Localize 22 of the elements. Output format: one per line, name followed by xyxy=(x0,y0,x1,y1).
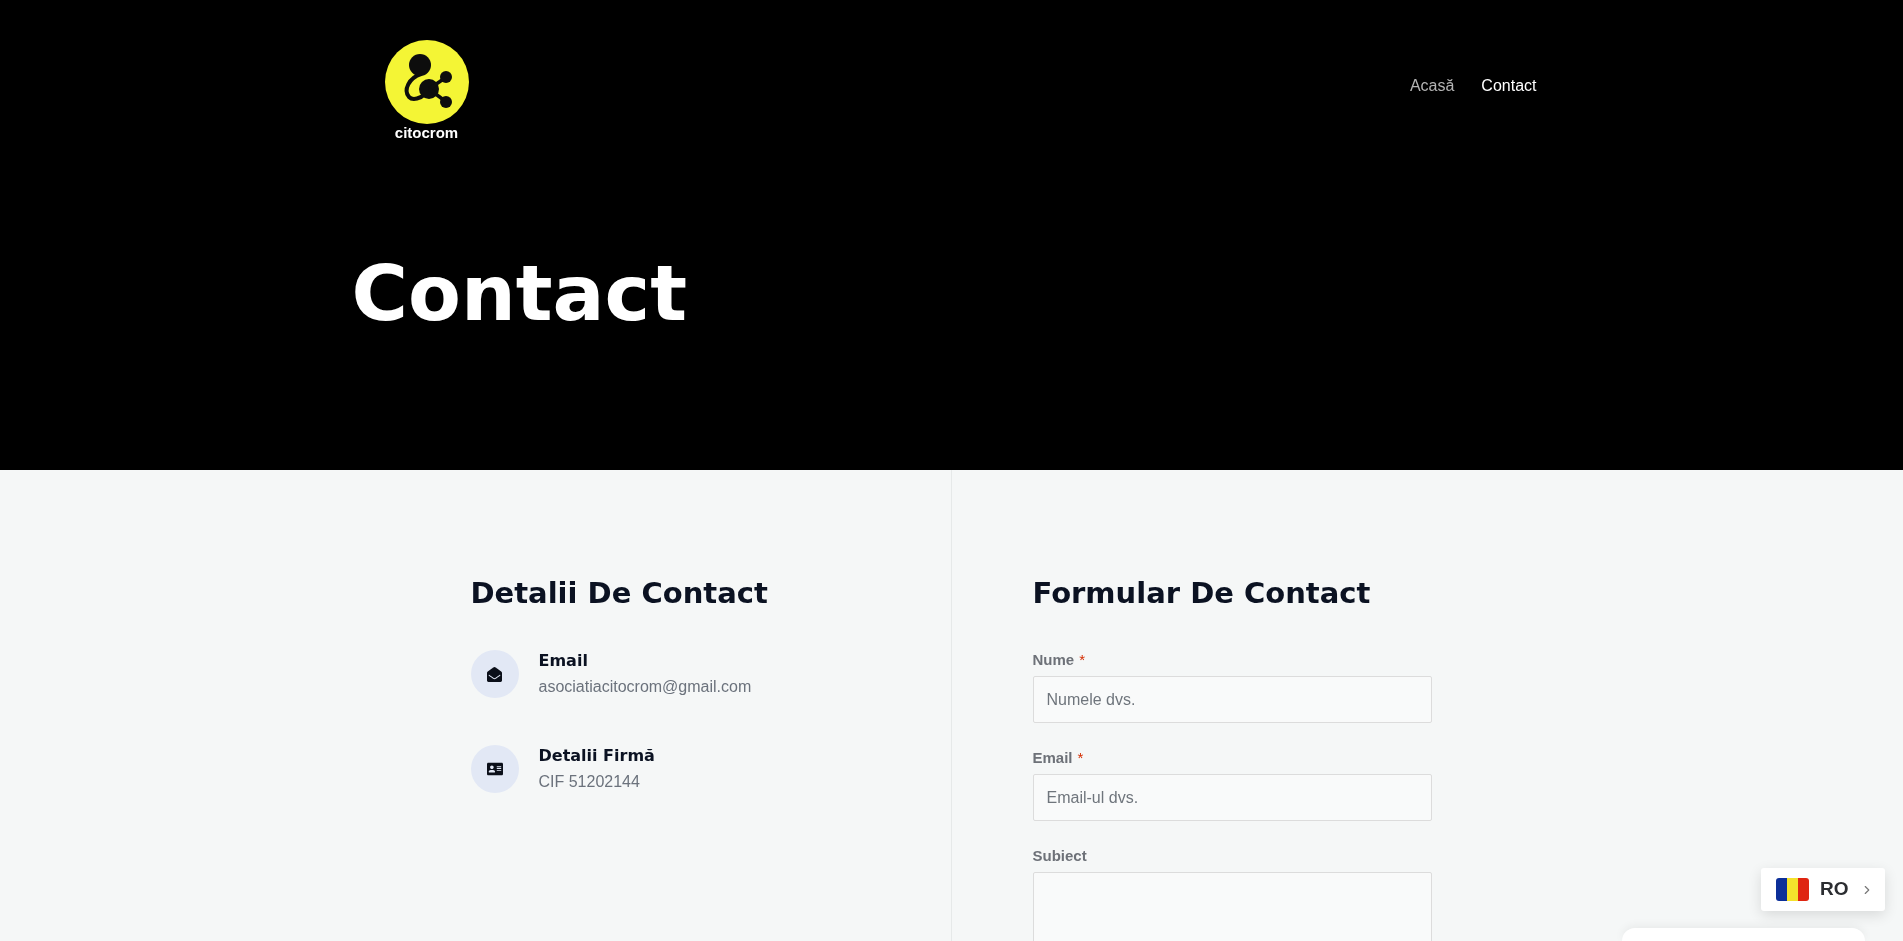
id-card-icon xyxy=(470,745,519,793)
flag-icon xyxy=(1776,878,1809,901)
field-label: Nume xyxy=(1032,651,1075,668)
section-heading: Detalii De Contact xyxy=(470,575,769,612)
detail-value: asociatiacitocrom@gmail.com xyxy=(538,677,752,697)
page-title: Contact xyxy=(351,255,687,332)
section-heading: Formular De Contact xyxy=(1032,575,1372,612)
detail-value: CIF 51202144 xyxy=(538,772,641,792)
logo-text: citocrom xyxy=(394,124,459,142)
language-button[interactable]: RO xyxy=(1761,868,1885,911)
field-label: Email xyxy=(1032,749,1073,766)
field-label: Subiect xyxy=(1032,847,1087,864)
detail-label: Detalii Firmă xyxy=(538,745,655,767)
input-field[interactable]: Numele dvs. xyxy=(1032,676,1432,723)
nav-link[interactable]: Contact xyxy=(1481,74,1537,98)
required-mark: * xyxy=(1077,749,1084,766)
detail-label: Email xyxy=(538,650,589,672)
required-mark: * xyxy=(1079,651,1086,668)
input-field[interactable]: Email-ul dvs. xyxy=(1032,774,1432,821)
envelope-icon xyxy=(470,650,519,698)
nav-link[interactable]: Acasă xyxy=(1409,74,1455,98)
logo-icon xyxy=(384,40,469,124)
